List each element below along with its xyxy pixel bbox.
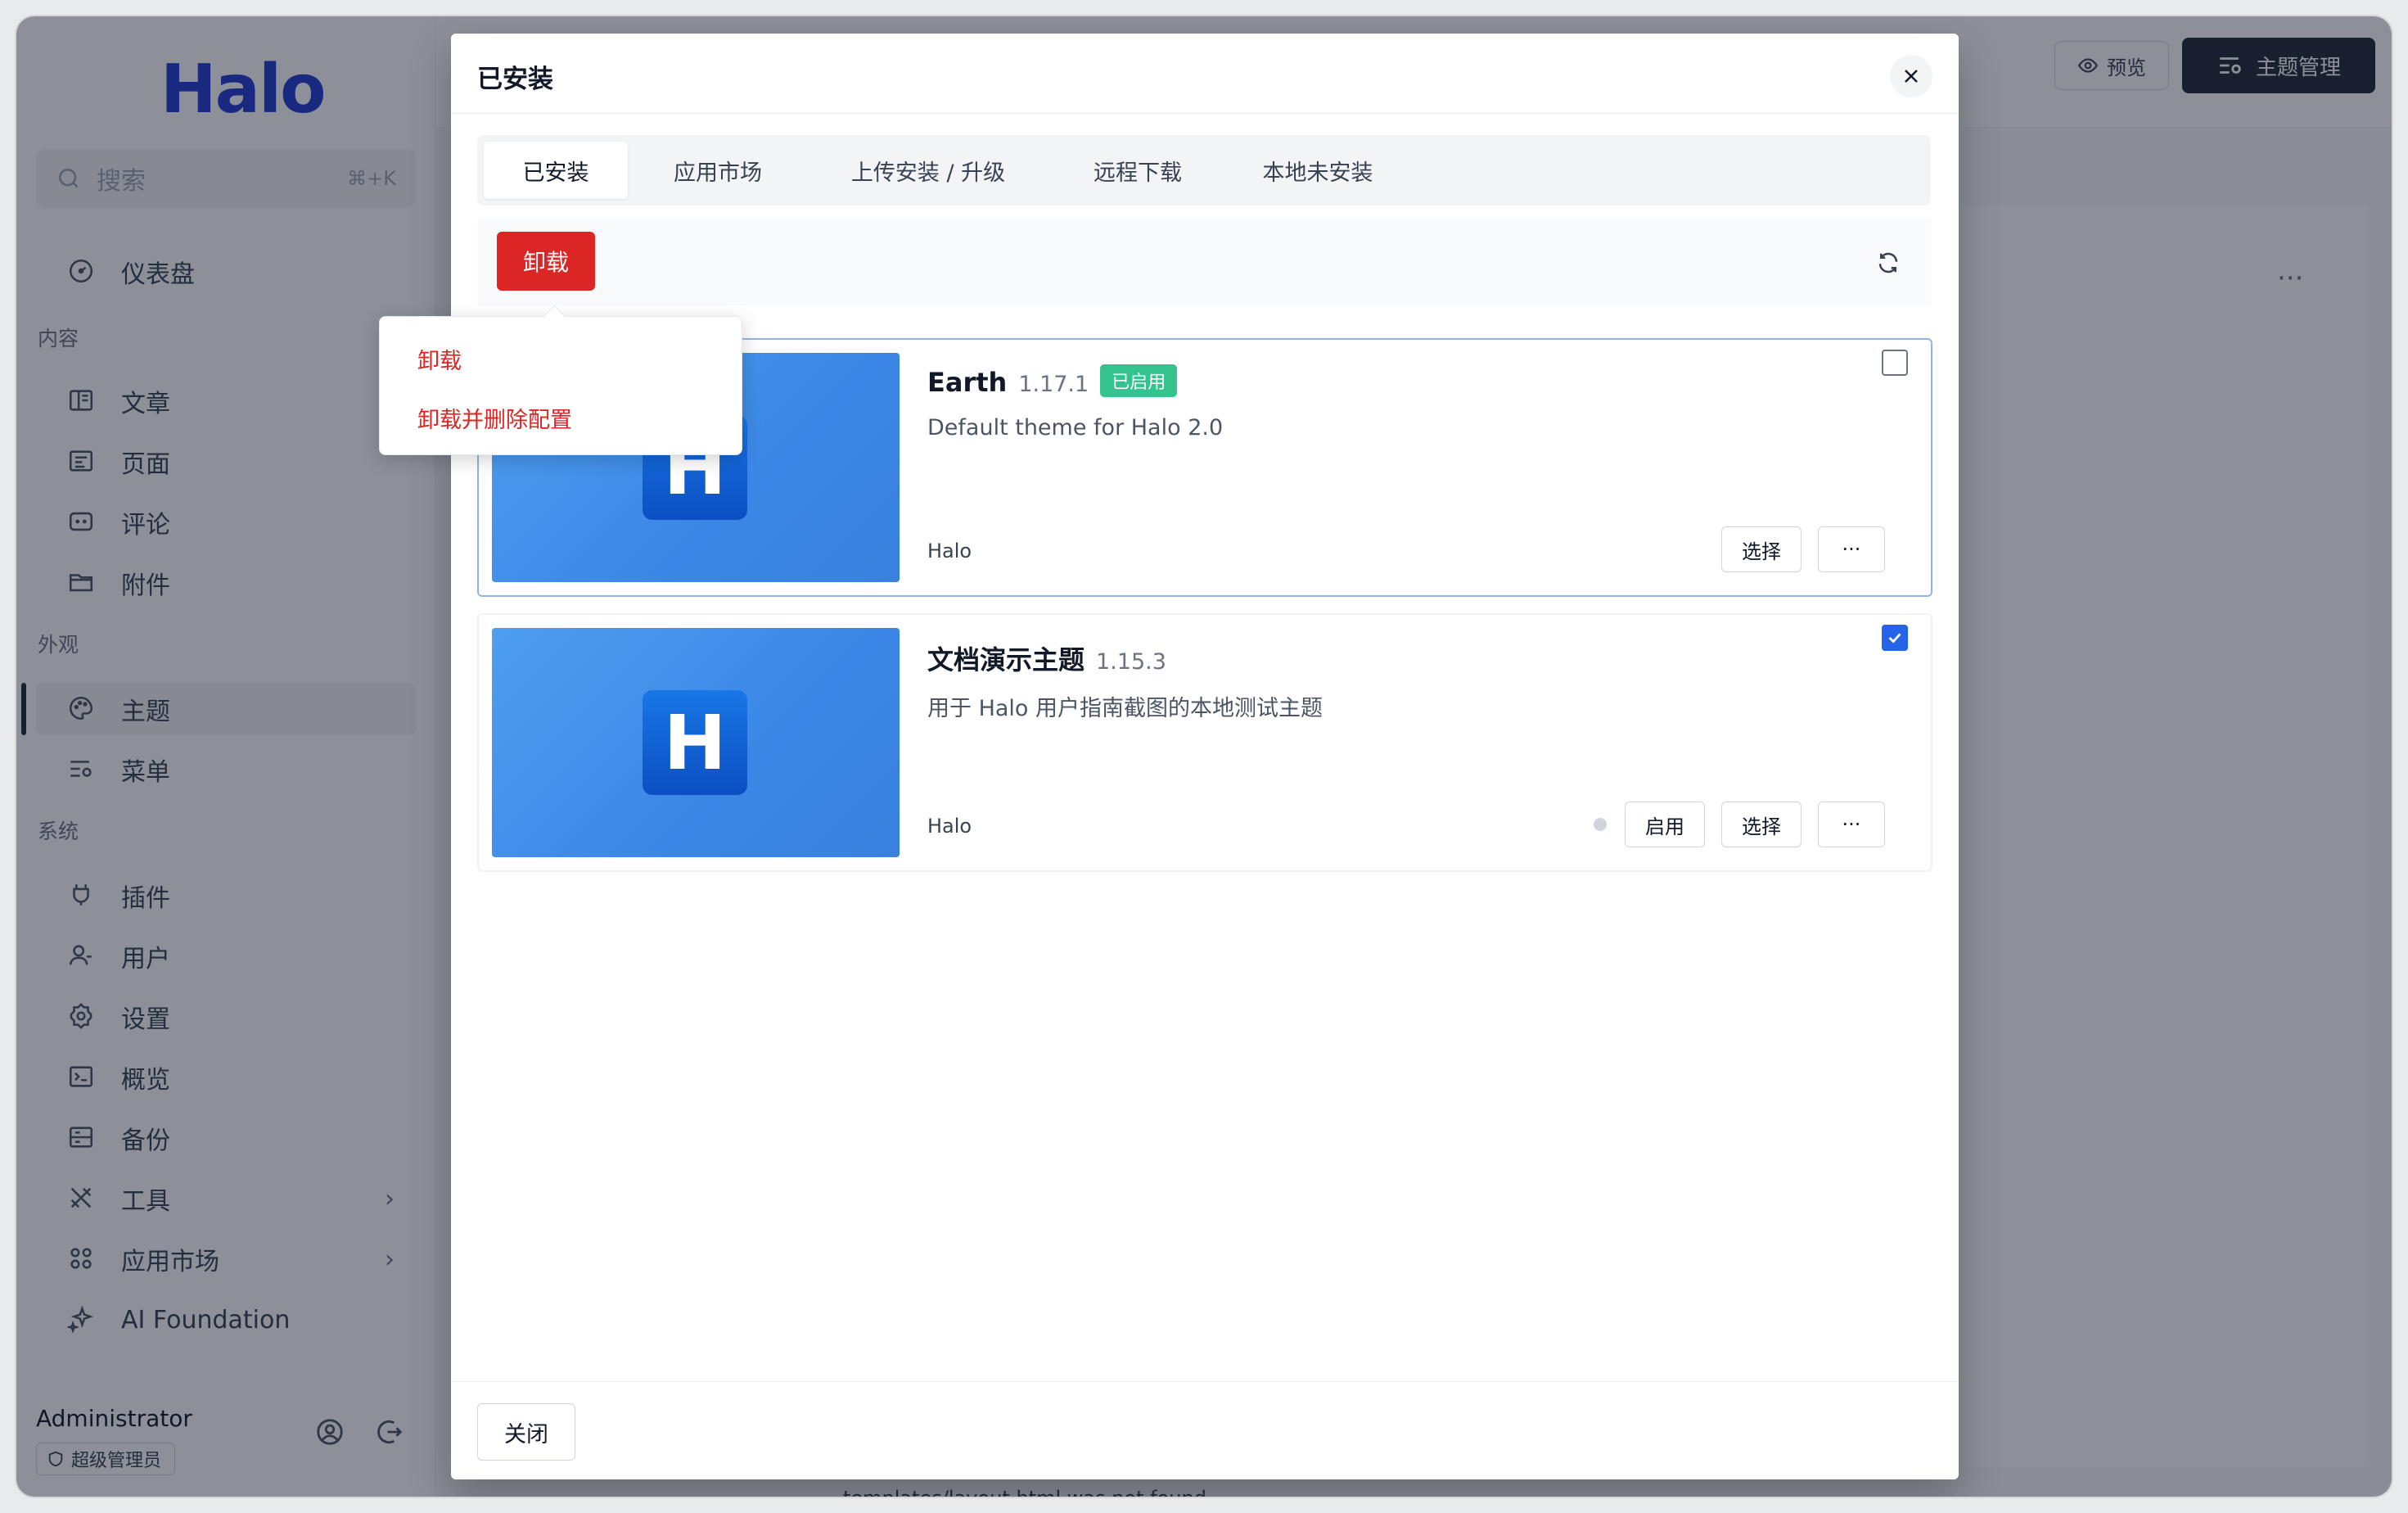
modal-footer: 关闭 [451, 1381, 1959, 1479]
tab-installed[interactable]: 已安装 [484, 142, 628, 199]
modal-tabs: 已安装 应用市场 上传安装 / 升级 远程下载 本地未安装 [477, 135, 1931, 205]
theme-checkbox[interactable] [1882, 350, 1908, 376]
tab-upload-install[interactable]: 上传安装 / 升级 [805, 142, 1052, 199]
close-icon [1905, 70, 1918, 83]
modal-header: 已安装 [451, 34, 1959, 114]
tab-local-not-installed[interactable]: 本地未安装 [1224, 142, 1412, 199]
theme-name-row: 文档演示主题 1.15.3 [927, 639, 1166, 677]
uninstall-option[interactable]: 卸载 [417, 343, 462, 375]
theme-name: 文档演示主题 [927, 644, 1085, 675]
select-button[interactable]: 选择 [1721, 802, 1801, 847]
uninstall-button[interactable]: 卸载 [497, 232, 595, 291]
select-button[interactable]: 选择 [1721, 526, 1801, 572]
theme-author[interactable]: Halo [927, 540, 972, 562]
activate-button[interactable]: 启用 [1625, 802, 1705, 847]
tab-app-market[interactable]: 应用市场 [638, 142, 798, 199]
halo-h-logo: H [643, 690, 747, 795]
uninstall-delete-config-option[interactable]: 卸载并删除配置 [417, 402, 572, 434]
theme-checkbox[interactable] [1882, 625, 1908, 651]
theme-version: 1.15.3 [1096, 649, 1166, 675]
more-button[interactable]: ··· [1818, 526, 1885, 572]
theme-card-docs-demo[interactable]: H 文档演示主题 1.15.3 用于 Halo 用户指南截图的本地测试主题 Hal… [477, 613, 1932, 872]
theme-name: Earth [927, 367, 1008, 398]
bulk-action-toolbar: 卸载 [477, 219, 1931, 305]
modal-close-button[interactable] [1890, 55, 1932, 97]
theme-cover-image: H [492, 628, 900, 857]
modal-title: 已安装 [477, 65, 553, 94]
theme-version: 1.17.1 [1018, 372, 1089, 397]
uninstall-dropdown: 卸载 卸载并删除配置 [379, 316, 742, 455]
theme-description: 用于 Halo 用户指南截图的本地测试主题 [927, 696, 1323, 721]
more-button[interactable]: ··· [1818, 802, 1885, 847]
theme-name-row: Earth 1.17.1 已启用 [927, 364, 1178, 398]
close-button[interactable]: 关闭 [477, 1403, 575, 1461]
tab-remote-download[interactable]: 远程下载 [1058, 142, 1217, 199]
theme-author[interactable]: Halo [927, 815, 972, 838]
checkmark-icon [1888, 633, 1901, 644]
refresh-icon [1878, 252, 1898, 273]
status-badge: 已启用 [1100, 364, 1178, 397]
theme-description: Default theme for Halo 2.0 [927, 415, 1224, 440]
inactive-status-dot [1594, 818, 1607, 831]
refresh-button[interactable] [1872, 246, 1905, 279]
app-window: Halo 搜索 ⌘+K 仪表盘 内容 文章 页面 评论 附件 外观 主题 菜单 … [16, 16, 2392, 1497]
installed-themes-modal: 已安装 已安装 应用市场 上传安装 / 升级 远程下载 本地未安装 卸载 H E… [451, 34, 1959, 1479]
